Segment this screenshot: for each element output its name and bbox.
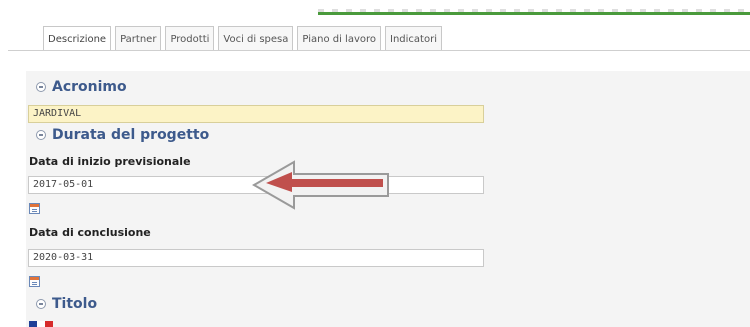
top-progress-line [318, 12, 750, 15]
tab-indicatori[interactable]: Indicatori [385, 26, 442, 50]
section-titolo[interactable]: Titolo [26, 293, 750, 315]
tab-bar: Descrizione Partner Prodotti Voci di spe… [43, 26, 442, 51]
section-durata-title: Durata del progetto [52, 127, 210, 143]
section-acronimo[interactable]: Acronimo [26, 76, 750, 98]
tab-descrizione[interactable]: Descrizione [43, 26, 112, 51]
flag-icon [29, 321, 53, 327]
expand-icon[interactable] [36, 82, 46, 92]
section-acronimo-title: Acronimo [52, 79, 127, 95]
data-inizio-label: Data di inizio previsionale [29, 155, 191, 168]
expand-icon[interactable] [36, 130, 46, 140]
calendar-icon[interactable] [29, 276, 40, 287]
tab-prodotti[interactable]: Prodotti [165, 26, 215, 50]
calendar-icon[interactable] [29, 203, 40, 214]
tab-partner[interactable]: Partner [115, 26, 162, 50]
tab-underline [8, 50, 750, 51]
tab-piano-di-lavoro[interactable]: Piano di lavoro [297, 26, 381, 50]
section-durata[interactable]: Durata del progetto [26, 124, 750, 146]
section-titolo-title: Titolo [52, 296, 98, 312]
data-conclusione-label: Data di conclusione [29, 226, 151, 239]
left-arrow-annotation [251, 160, 389, 210]
acronimo-field[interactable]: JARDIVAL [28, 105, 484, 123]
data-conclusione-field[interactable]: 2020-03-31 [28, 249, 484, 267]
expand-icon[interactable] [36, 299, 46, 309]
tab-voci-di-spesa[interactable]: Voci di spesa [218, 26, 294, 50]
